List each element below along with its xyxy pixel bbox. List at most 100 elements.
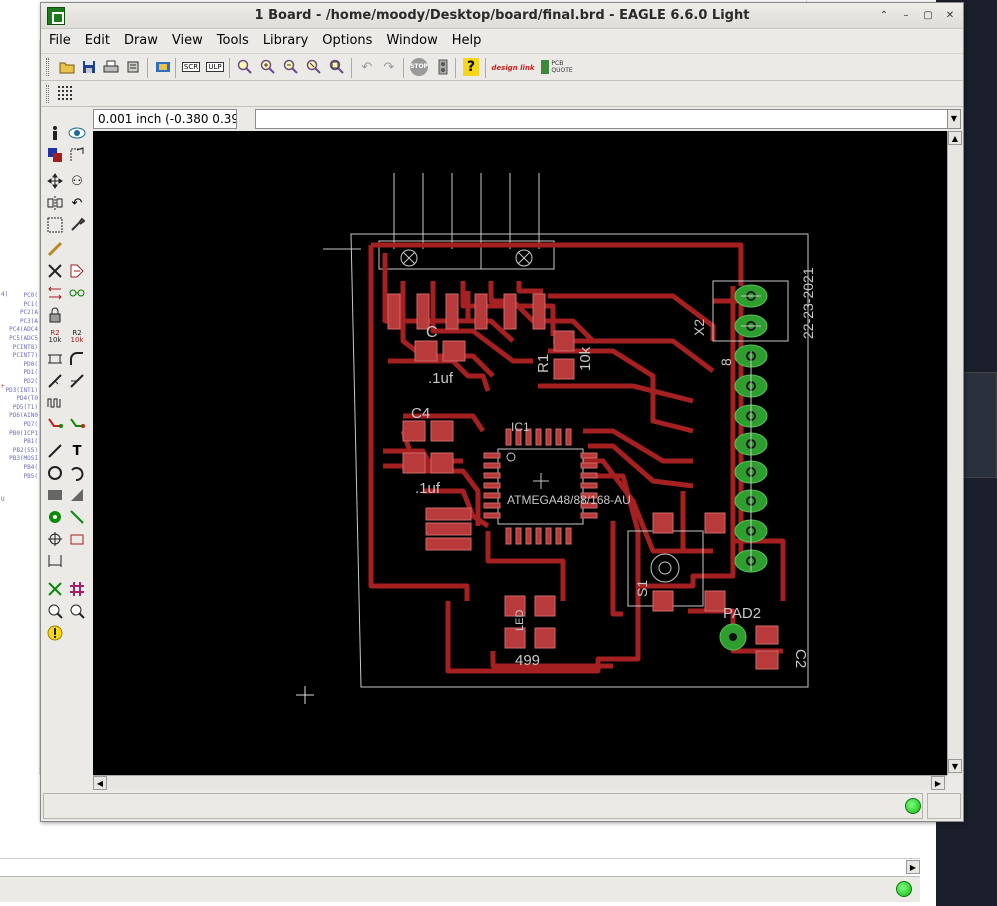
circle-icon[interactable]: [45, 463, 65, 483]
design-link-label: design link: [491, 63, 535, 72]
copy-icon[interactable]: ⚇: [67, 171, 87, 191]
zoom-in-icon[interactable]: [258, 57, 278, 77]
lock-icon[interactable]: [45, 305, 65, 325]
wire-icon[interactable]: [45, 441, 65, 461]
split-icon[interactable]: [45, 371, 65, 391]
open-icon[interactable]: [57, 57, 77, 77]
scroll-up-icon[interactable]: ▲: [948, 131, 962, 145]
go-icon[interactable]: [433, 57, 453, 77]
background-pin-label: PD6(AIN0: [9, 412, 38, 420]
show-icon[interactable]: [67, 123, 87, 143]
command-history-dropdown-icon[interactable]: ▼: [947, 109, 961, 129]
minimize-icon[interactable]: –: [897, 8, 915, 24]
menu-edit[interactable]: Edit: [85, 30, 118, 52]
pcb-layout[interactable]: 22-23-2021 X2 8 C .1uf R1 10k C4 .1uf IC…: [93, 131, 947, 775]
background-scroll-arrow-icon[interactable]: ▶: [906, 860, 920, 874]
script-icon[interactable]: SCR: [181, 57, 201, 77]
zoom-redraw-icon[interactable]: [304, 57, 324, 77]
title-bar[interactable]: 1 Board - /home/moody/Desktop/board/fina…: [41, 3, 963, 29]
menu-library[interactable]: Library: [263, 30, 316, 52]
toolbar-grip-icon[interactable]: [46, 85, 49, 103]
move-icon[interactable]: [45, 171, 65, 191]
zoom-select-icon[interactable]: [327, 57, 347, 77]
switch-to-schematic-icon[interactable]: [153, 57, 173, 77]
close-icon[interactable]: ✕: [941, 8, 959, 24]
grid-icon[interactable]: [55, 83, 75, 103]
board-canvas[interactable]: 22-23-2021 X2 8 C .1uf R1 10k C4 .1uf IC…: [93, 131, 947, 775]
rotate-icon[interactable]: ↶: [67, 193, 87, 213]
redo-icon[interactable]: ↷: [379, 57, 399, 77]
scroll-down-icon[interactable]: ▼: [948, 759, 962, 773]
vertical-scrollbar[interactable]: ▲ ▼: [947, 131, 963, 775]
menu-draw[interactable]: Draw: [124, 30, 166, 52]
info-icon[interactable]: [45, 123, 65, 143]
pcb-quote-icon[interactable]: PCB QUOTE: [541, 57, 581, 77]
errors-icon[interactable]: [45, 623, 65, 643]
background-pin-label: PC2(A: [19, 309, 38, 317]
ripup-icon[interactable]: [67, 415, 87, 435]
replace-icon[interactable]: [67, 283, 87, 303]
run-ulp-icon[interactable]: ULP: [205, 57, 225, 77]
via-icon[interactable]: [45, 507, 65, 527]
text-icon[interactable]: T: [67, 441, 87, 461]
name-icon[interactable]: R2 10k: [45, 327, 65, 347]
pinswap-icon[interactable]: [45, 283, 65, 303]
maximize-icon[interactable]: ▢: [919, 8, 937, 24]
command-line-input[interactable]: [255, 109, 949, 129]
background-pin-label: PD0(: [23, 360, 38, 368]
ratsnest-icon[interactable]: [45, 579, 65, 599]
zoom-out-icon[interactable]: [281, 57, 301, 77]
meander-icon[interactable]: [45, 393, 65, 413]
stop-icon[interactable]: STOP: [409, 57, 429, 77]
undo-icon[interactable]: ↶: [357, 57, 377, 77]
scroll-left-icon[interactable]: ◀: [93, 776, 107, 790]
optimize-icon[interactable]: [67, 371, 87, 391]
autorouter-icon[interactable]: [67, 579, 87, 599]
erc-icon[interactable]: [45, 601, 65, 621]
menu-tools[interactable]: Tools: [217, 30, 257, 52]
dimension-icon[interactable]: [45, 551, 65, 571]
add-icon[interactable]: [67, 261, 87, 281]
menu-help[interactable]: Help: [452, 30, 490, 52]
uf1-label: .1uf: [428, 370, 454, 387]
cam-processor-icon[interactable]: [123, 57, 143, 77]
menu-file[interactable]: File: [49, 30, 79, 52]
scroll-right-icon[interactable]: ▶: [931, 776, 945, 790]
paste-icon[interactable]: [45, 239, 65, 259]
hole-icon[interactable]: [45, 529, 65, 549]
status-indicator-icon: [905, 798, 921, 814]
smash-icon[interactable]: [45, 349, 65, 369]
10k-label: 10k: [577, 346, 594, 371]
arc-icon[interactable]: [67, 463, 87, 483]
mount-cross: [402, 251, 531, 265]
help-icon[interactable]: ?: [461, 57, 481, 77]
group-icon[interactable]: [45, 215, 65, 235]
mark-icon[interactable]: [67, 145, 87, 165]
toolbar-grip-icon[interactable]: [46, 58, 49, 76]
signal-icon[interactable]: [67, 507, 87, 527]
display-layers-icon[interactable]: [45, 145, 65, 165]
polygon-icon[interactable]: [67, 485, 87, 505]
horizontal-scrollbar[interactable]: ◀ ▶: [93, 775, 947, 790]
save-icon[interactable]: [79, 57, 99, 77]
toolbar-separator: [229, 58, 230, 78]
miter-icon[interactable]: [67, 349, 87, 369]
attribute-icon[interactable]: [67, 529, 87, 549]
drc-icon[interactable]: [67, 601, 87, 621]
restore-up-icon[interactable]: ⌃: [875, 8, 893, 24]
rectangle-icon[interactable]: [45, 485, 65, 505]
menu-view[interactable]: View: [172, 30, 211, 52]
background-pin-label: PCINT8): [12, 343, 38, 351]
change-icon[interactable]: [67, 215, 87, 235]
route-icon[interactable]: [45, 415, 65, 435]
mirror-icon[interactable]: [45, 193, 65, 213]
zoom-fit-icon[interactable]: [235, 57, 255, 77]
background-pin-label: PCINT7): [12, 352, 38, 360]
stop-label: STOP: [410, 58, 428, 76]
value-icon[interactable]: R2 10k: [67, 327, 87, 347]
menu-options[interactable]: Options: [322, 30, 380, 52]
delete-icon[interactable]: [45, 261, 65, 281]
print-icon[interactable]: [101, 57, 121, 77]
menu-window[interactable]: Window: [386, 30, 445, 52]
design-link-icon[interactable]: design link: [491, 58, 535, 78]
